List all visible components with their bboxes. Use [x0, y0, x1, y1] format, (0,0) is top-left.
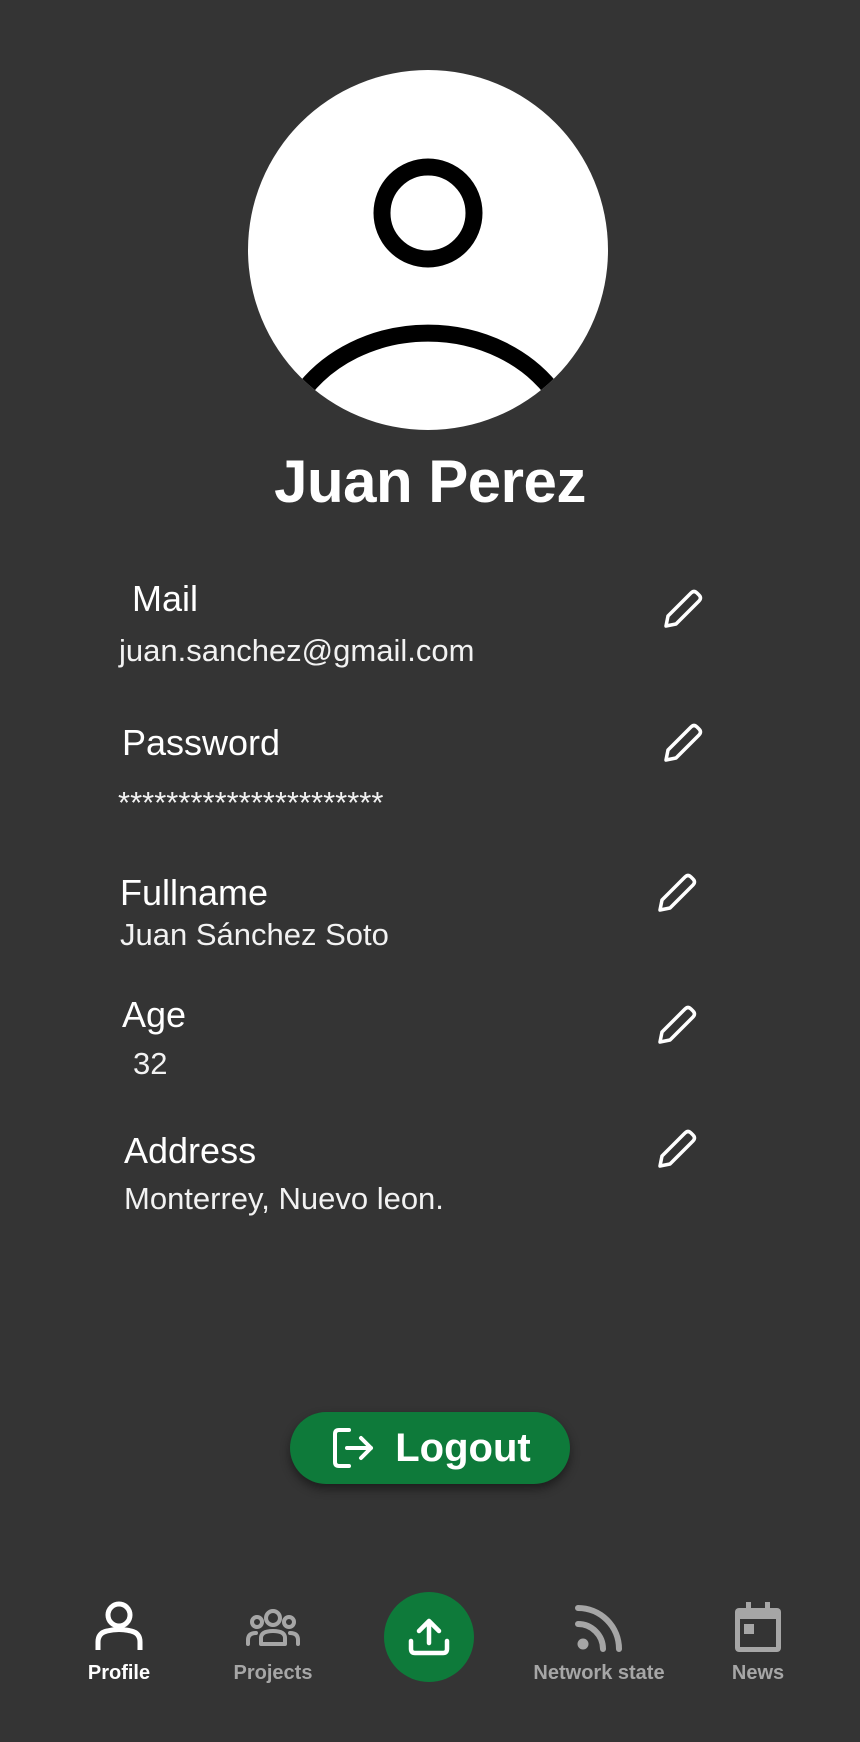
address-value: Monterrey, Nuevo leon.	[124, 1181, 444, 1216]
bottom-navigation: Profile Projects Network state News	[0, 1570, 860, 1742]
nav-label-network-state: Network state	[533, 1662, 665, 1684]
nav-item-projects[interactable]: Projects	[228, 1600, 318, 1686]
pencil-icon	[658, 1005, 697, 1044]
edit-address-button[interactable]	[652, 1126, 700, 1174]
password-value: **********************	[118, 785, 384, 820]
fullname-value: Juan Sánchez Soto	[120, 917, 389, 952]
upload-icon	[408, 1618, 450, 1656]
nav-label-news: News	[731, 1662, 785, 1684]
pencil-icon	[664, 589, 703, 628]
edit-fullname-button[interactable]	[652, 870, 700, 918]
edit-password-button[interactable]	[658, 720, 706, 768]
address-label: Address	[124, 1130, 257, 1171]
nav-item-news[interactable]: News	[726, 1600, 790, 1686]
nav-label-profile: Profile	[87, 1662, 151, 1684]
pencil-icon	[664, 723, 703, 762]
profile-name: Juan Perez	[274, 448, 586, 515]
upload-button[interactable]	[384, 1592, 474, 1682]
fullname-label: Fullname	[120, 872, 269, 913]
logout-icon	[333, 1428, 374, 1468]
pencil-icon	[658, 1129, 697, 1168]
person-avatar-icon	[297, 158, 559, 396]
pencil-icon	[658, 873, 697, 912]
nav-item-network-state[interactable]: Network state	[532, 1600, 666, 1686]
logout-label: Logout	[395, 1426, 531, 1470]
age-value: 32	[133, 1046, 168, 1081]
group-icon	[246, 1609, 300, 1646]
password-label: Password	[122, 722, 281, 763]
person-icon	[95, 1601, 143, 1650]
nav-item-profile[interactable]: Profile	[78, 1600, 160, 1686]
edit-age-button[interactable]	[652, 1002, 700, 1050]
calendar-icon	[735, 1602, 781, 1652]
nav-label-projects: Projects	[233, 1662, 313, 1684]
logout-button[interactable]: Logout	[290, 1412, 570, 1484]
edit-mail-button[interactable]	[658, 586, 706, 634]
mail-label: Mail	[132, 578, 199, 619]
age-label: Age	[122, 994, 187, 1035]
avatar	[248, 70, 608, 430]
rss-feed-icon	[575, 1605, 622, 1652]
mail-value: juan.sanchez@gmail.com	[119, 633, 475, 668]
